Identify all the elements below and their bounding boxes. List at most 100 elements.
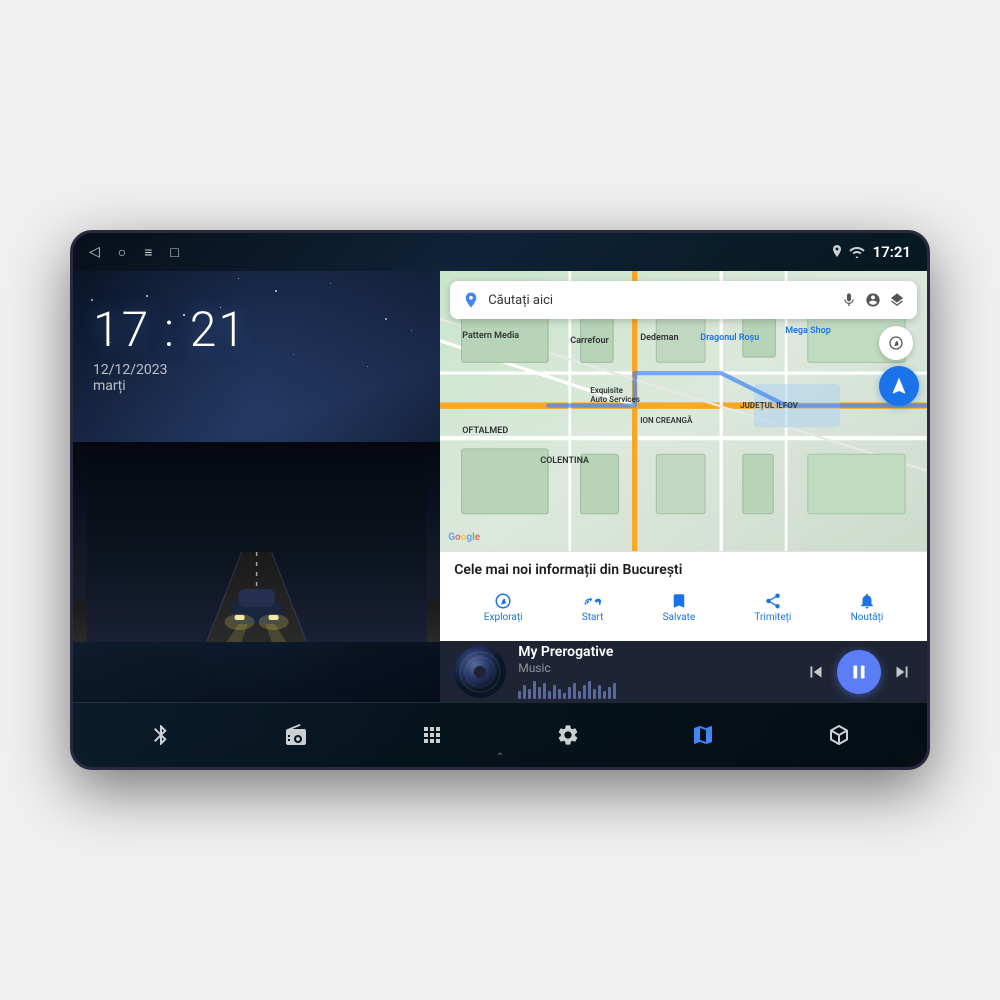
album-art: ♪ [454,646,506,698]
tab-noutati-label: Noutăți [851,612,884,623]
clock-area: 17 : 21 12/12/2023 marți [93,291,420,394]
tab-noutati[interactable]: Noutăți [843,588,892,627]
status-bar: ◁ ○ ≡ □ 17:21 [73,233,927,271]
wave-bar-1 [518,691,521,699]
tab-salvate[interactable]: Salvate [655,588,704,627]
search-placeholder-text: Căutați aici [488,293,833,308]
map-label-exquisite: ExquisiteAuto Services [590,386,640,404]
directions-icon [584,592,602,610]
tab-explorati[interactable]: Explorați [476,588,531,627]
back-button[interactable]: ◁ [89,244,100,260]
wave-bar-11 [568,687,571,699]
nav-apps[interactable] [408,711,456,759]
compass-button[interactable] [879,326,913,360]
wave-bar-14 [583,685,586,699]
music-waveform [518,679,793,699]
svg-text:♪: ♪ [476,667,481,678]
map-area[interactable]: Pattern Media Carrefour Dragonul Roșu De… [440,271,927,551]
status-right: 17:21 [831,243,911,261]
wave-bar-6 [543,683,546,699]
next-button[interactable] [891,661,913,683]
road-background [73,442,440,642]
device: ◁ ○ ≡ □ 17:21 [70,230,930,770]
maps-icon [691,723,715,747]
wave-bar-5 [538,687,541,699]
music-controls [805,650,913,694]
status-icons [831,245,865,259]
nav-radio[interactable] [272,711,320,759]
clock-date: 12/12/2023 marți [93,362,420,394]
mic-icon[interactable] [841,292,857,308]
google-logo: Google [448,532,480,543]
wave-bar-13 [578,691,581,699]
map-label-colentina: COLENTINA [540,456,589,466]
map-label-oftalmed: OFTALMED [462,426,508,436]
tab-trimiteti[interactable]: Trimiteți [746,588,799,627]
map-label-mega: Mega Shop [785,326,831,336]
navigate-button[interactable] [879,366,919,406]
wave-bar-19 [608,687,611,699]
wave-bar-10 [563,693,566,699]
settings-icon [556,723,580,747]
map-label-ion-creanga: ION CREANGĂ [640,416,692,425]
nav-maps[interactable] [679,711,727,759]
wave-bar-15 [588,681,591,699]
cube-icon [827,723,851,747]
map-label-dedeman: Dedeman [640,333,678,343]
saved-icon [670,592,688,610]
map-bottom-tabs: Explorați Start Salvate Trimiteți [454,584,913,631]
right-panel: Pattern Media Carrefour Dragonul Roșu De… [440,271,927,702]
home-indicator[interactable]: ⌃ [496,752,504,763]
wave-bar-12 [573,683,576,699]
play-pause-button[interactable] [837,650,881,694]
wave-bar-9 [558,689,561,699]
nav-buttons: ◁ ○ ≡ □ [89,244,179,261]
vinyl-art: ♪ [454,646,506,698]
home-button[interactable]: ○ [118,244,126,261]
radio-icon [284,723,308,747]
screenshot-button[interactable]: □ [170,244,178,261]
search-right-icons [841,292,905,308]
nav-carplay[interactable] [815,711,863,759]
account-icon[interactable] [865,292,881,308]
maps-pin-icon [462,291,480,309]
left-panel: 17 : 21 12/12/2023 marți [73,271,440,702]
wave-bar-18 [603,691,606,699]
wave-bar-7 [548,691,551,699]
wave-bar-17 [598,685,601,699]
music-player: ♪ My Prerogative Music [440,641,927,702]
map-label-dragon: Dragonul Roșu [700,333,759,343]
car-scene [73,442,440,642]
share-icon [764,592,782,610]
menu-button[interactable]: ≡ [144,244,152,261]
wave-bar-8 [553,685,556,699]
layers-icon[interactable] [889,292,905,308]
music-title: My Prerogative [518,644,793,660]
wave-bar-16 [593,689,596,699]
tab-start[interactable]: Start [574,588,612,627]
nav-settings[interactable] [544,711,592,759]
nav-bluetooth[interactable] [137,711,185,759]
map-label-carrefour: Carrefour [570,336,609,346]
perspective-lines [73,442,440,642]
wave-bar-4 [533,681,536,699]
wave-bar-3 [528,689,531,699]
wave-bar-20 [613,683,616,699]
wave-bar-2 [523,685,526,699]
clock-time: 17 : 21 [93,301,420,358]
map-controls [879,326,919,406]
info-banner-title: Cele mai noi informații din București [454,562,913,578]
wifi-icon [849,246,865,258]
status-time: 17:21 [873,243,911,261]
apps-icon [420,723,444,747]
location-icon [831,245,843,259]
bluetooth-icon [149,723,173,747]
map-search-bar[interactable]: Căutați aici [450,281,917,319]
tab-trimiteti-label: Trimiteți [754,612,791,623]
tab-explorati-label: Explorați [484,612,523,623]
map-label-pattern: Pattern Media [462,331,519,341]
prev-button[interactable] [805,661,827,683]
notifications-icon [858,592,876,610]
music-info: My Prerogative Music [518,644,793,699]
tab-salvate-label: Salvate [663,612,696,623]
